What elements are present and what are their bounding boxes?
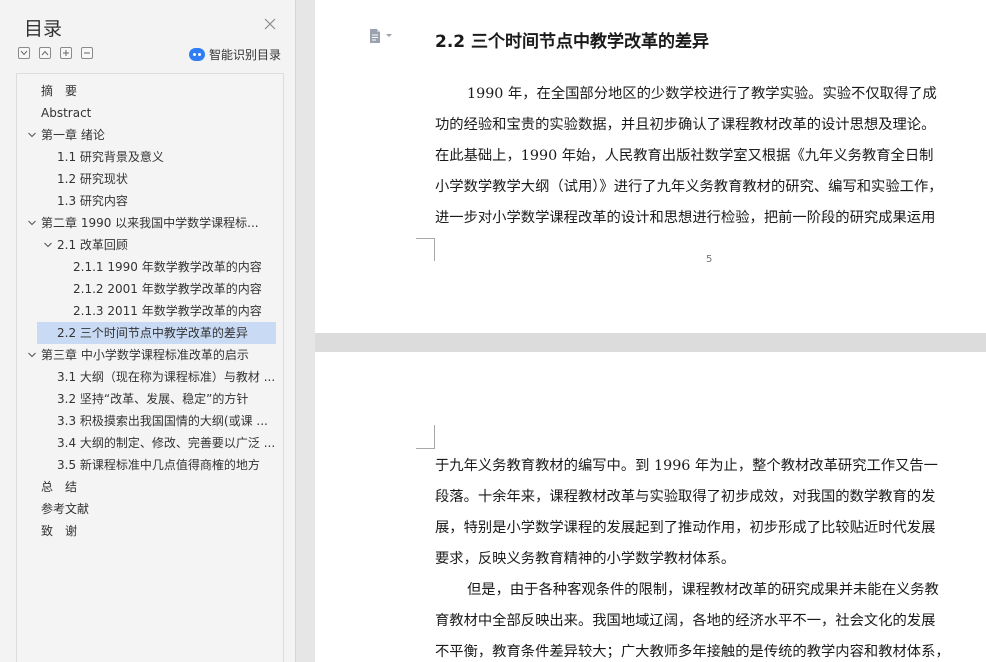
toc-item[interactable]: 3.1 大纲（现在称为课程标准）与教材 ... bbox=[17, 366, 283, 388]
toc-item[interactable]: 总 结 bbox=[17, 476, 283, 498]
toc-item[interactable]: 1.2 研究现状 bbox=[17, 168, 283, 190]
collapse-up-icon[interactable] bbox=[39, 47, 51, 59]
paragraph-line: 不平衡，教育条件差异较大；广大教师多年接触的是传统的教学内容和教材体系， bbox=[435, 644, 950, 660]
chevron-down-icon bbox=[386, 34, 392, 37]
toc-item-label: 2.1.3 2011 年数学教学改革的内容 bbox=[73, 304, 262, 318]
chevron-down-icon[interactable] bbox=[27, 218, 37, 228]
toc-item[interactable]: 第一章 绪论 bbox=[17, 124, 283, 146]
paragraph-line: 进一步对小学数学课程改革的设计和思想进行检验，把前一阶段的研究成果运用 bbox=[435, 210, 936, 226]
toc-item-label: 第一章 绪论 bbox=[41, 128, 105, 142]
toc-item[interactable]: 3.4 大纲的制定、修改、完善要以广泛 ... bbox=[17, 432, 283, 454]
chevron-down-icon[interactable] bbox=[27, 130, 37, 140]
minus-icon[interactable] bbox=[81, 47, 93, 59]
section-heading: 2.2 三个时间节点中教学改革的差异 bbox=[435, 32, 710, 52]
page-separator bbox=[315, 333, 986, 352]
paragraph-line: 于九年义务教育教材的编写中。到 1996 年为止，整个教材改革研究工作又告一 bbox=[435, 458, 938, 474]
toc-item-label: 1.3 研究内容 bbox=[57, 194, 128, 208]
toc-item[interactable]: 3.3 积极摸索出我国国情的大纲(或课 ... bbox=[17, 410, 283, 432]
paragraph-line: 要求，反映义务教育精神的小学数学教材体系。 bbox=[435, 551, 736, 567]
toc-item[interactable]: 2.1.3 2011 年数学教学改革的内容 bbox=[17, 300, 283, 322]
toc-item-label: 2.1.2 2001 年数学教学改革的内容 bbox=[73, 282, 262, 296]
close-icon[interactable] bbox=[262, 16, 278, 32]
toc-item-label: 1.2 研究现状 bbox=[57, 172, 128, 186]
toc-item-label: 致 谢 bbox=[41, 524, 78, 538]
toc-item-label: 2.2 三个时间节点中教学改革的差异 bbox=[57, 326, 248, 340]
expand-down-icon[interactable] bbox=[18, 47, 30, 59]
toc-item-label: Abstract bbox=[41, 106, 92, 120]
paragraph-line: 1990 年，在全国部分地区的少数学校进行了教学实验。实验不仅取得了成 bbox=[467, 86, 937, 102]
toc-item-label: 3.3 积极摸索出我国国情的大纲(或课 ... bbox=[57, 414, 268, 428]
paragraph-line: 在此基础上，1990 年始，人民教育出版社数学室又根据《九年义务教育全日制 bbox=[435, 148, 934, 164]
toc-item[interactable]: 第二章 1990 以来我国中学数学课程标... bbox=[17, 212, 283, 234]
toc-item[interactable]: 3.2 坚持“改革、发展、稳定”的方针 bbox=[17, 388, 283, 410]
smart-recognize-label: 智能识别目录 bbox=[209, 48, 282, 62]
toc-panel: 目录 智能识别目录 摘 要 Abstract 第一章 绪论 1.1 研究背景及意… bbox=[0, 0, 296, 662]
ai-robot-icon bbox=[189, 48, 205, 61]
paragraph-line: 小学数学教学大纲（试用）》进行了九年义务教育教材的研究、编写和实验工作， bbox=[435, 179, 943, 195]
toc-item-label: 3.4 大纲的制定、修改、完善要以广泛 ... bbox=[57, 436, 276, 450]
toc-item[interactable]: 第三章 中小学数学课程标准改革的启示 bbox=[17, 344, 283, 366]
paragraph-line: 但是，由于各种客观条件的限制，课程教材改革的研究成果并未能在义务教 bbox=[467, 582, 939, 598]
chevron-down-icon[interactable] bbox=[27, 350, 37, 360]
toc-item-label: 总 结 bbox=[41, 480, 78, 494]
toc-item[interactable]: 2.1 改革回顾 bbox=[17, 234, 283, 256]
toc-list: 摘 要 Abstract 第一章 绪论 1.1 研究背景及意义 1.2 研究现状 1.3 … bbox=[16, 73, 284, 662]
toc-item[interactable]: 致 谢 bbox=[17, 520, 283, 542]
toc-item-label: 2.1 改革回顾 bbox=[57, 238, 128, 252]
toc-item[interactable]: 摘 要 bbox=[17, 80, 283, 102]
toc-item-label: 1.1 研究背景及意义 bbox=[57, 150, 164, 164]
toc-item[interactable]: Abstract bbox=[17, 102, 283, 124]
page-number: 5 bbox=[706, 254, 713, 265]
toc-item-label: 参考文献 bbox=[41, 502, 90, 516]
heading-style-button[interactable] bbox=[367, 28, 392, 44]
toc-item-label: 摘 要 bbox=[41, 84, 78, 98]
margin-corner-mark bbox=[416, 238, 435, 261]
toc-item[interactable]: 1.1 研究背景及意义 bbox=[17, 146, 283, 168]
toc-item-label: 3.5 新课程标准中几点值得商榷的地方 bbox=[57, 458, 260, 472]
paragraph-line: 展，特别是小学数学课程的发展起到了推动作用，初步形成了比较贴近时代发展 bbox=[435, 520, 936, 536]
smart-recognize-toc-button[interactable]: 智能识别目录 bbox=[189, 46, 281, 63]
document-page-5: 2.2 三个时间节点中教学改革的差异 5 1990 年，在全国部分地区的少数学校… bbox=[315, 0, 986, 333]
toc-item[interactable]: 1.3 研究内容 bbox=[17, 190, 283, 212]
toc-toolbar bbox=[18, 47, 93, 59]
toc-item-label: 第三章 中小学数学课程标准改革的启示 bbox=[41, 348, 249, 362]
toc-item[interactable]: 2.1.1 1990 年数学教学改革的内容 bbox=[17, 256, 283, 278]
toc-item[interactable]: 2.1.2 2001 年数学教学改革的内容 bbox=[17, 278, 283, 300]
paragraph-line: 育教材中全部反映出来。我国地域辽阔，各地的经济水平不一，社会文化的发展 bbox=[435, 613, 936, 629]
toc-item-label: 3.1 大纲（现在称为课程标准）与教材 ... bbox=[57, 370, 276, 384]
toc-item[interactable]: 3.5 新课程标准中几点值得商榷的地方 bbox=[17, 454, 283, 476]
plus-icon[interactable] bbox=[60, 47, 72, 59]
toc-title: 目录 bbox=[24, 18, 63, 40]
document-icon bbox=[370, 29, 380, 43]
paragraph-line: 功的经验和宝贵的实验数据，并且初步确认了课程教材改革的设计思想及理论。 bbox=[435, 117, 936, 133]
margin-corner-mark bbox=[416, 425, 435, 449]
chevron-down-icon[interactable] bbox=[43, 240, 53, 250]
toc-item-label: 第二章 1990 以来我国中学数学课程标... bbox=[41, 216, 259, 230]
toc-item[interactable]: 参考文献 bbox=[17, 498, 283, 520]
document-area[interactable]: 2.2 三个时间节点中教学改革的差异 5 1990 年，在全国部分地区的少数学校… bbox=[297, 0, 986, 662]
toc-item-label: 2.1.1 1990 年数学教学改革的内容 bbox=[73, 260, 262, 274]
toc-item[interactable]: 2.2 三个时间节点中教学改革的差异 bbox=[37, 322, 276, 344]
document-page-6: 于九年义务教育教材的编写中。到 1996 年为止，整个教材改革研究工作又告一 段落… bbox=[315, 352, 986, 662]
toc-item-label: 3.2 坚持“改革、发展、稳定”的方针 bbox=[57, 392, 249, 406]
paragraph-line: 段落。十余年来，课程教材改革与实验取得了初步成效，对我国的数学教育的发 bbox=[435, 489, 936, 505]
app-window: 目录 智能识别目录 摘 要 Abstract 第一章 绪论 1.1 研究背景及意… bbox=[0, 0, 986, 662]
